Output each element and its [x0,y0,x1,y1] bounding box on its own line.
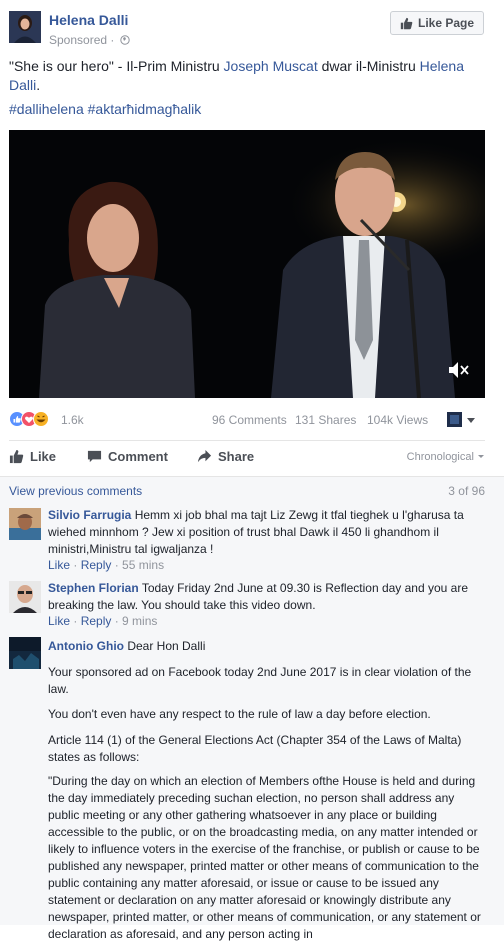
comment-reply-link[interactable]: Reply [81,614,112,628]
like-page-button[interactable]: Like Page [390,11,484,35]
comment-paragraph: You don't even have any respect to the r… [48,707,431,721]
sponsored-globe-icon [120,35,130,45]
comment-button[interactable]: Comment [87,449,168,464]
post-text-part: . [36,77,41,93]
reactions-cluster [9,411,49,427]
comment-label: Comment [108,449,168,464]
commenter-name[interactable]: Antonio Ghio [48,639,124,653]
post-text: "She is our hero" - Il-Prim Ministru Jos… [9,57,489,95]
comment-count-indicator: 3 of 96 [448,484,485,498]
divider [0,476,504,477]
comment-timestamp[interactable]: 9 mins [122,614,157,628]
share-count[interactable]: 131 Shares [295,413,356,427]
share-button[interactable]: Share [197,449,254,464]
comment-paragraph: Article 114 (1) of the General Elections… [48,733,462,764]
comment-reply-link[interactable]: Reply [81,558,112,572]
comment-timestamp[interactable]: 55 mins [122,558,164,572]
comment-count[interactable]: 96 Comments [212,413,287,427]
like-label: Like [30,449,57,464]
comment-like-link[interactable]: Like [48,558,70,572]
view-count[interactable]: 104k Views [367,413,428,427]
hashtags[interactable]: #dallihelena #aktarħidmagħalik [9,101,201,117]
share-icon [197,449,212,463]
facebook-post: Helena Dalli Sponsored · Like Page "She … [0,0,504,941]
commenter-avatar[interactable] [9,581,41,613]
comment-meta: Like · Reply · 9 mins [48,614,158,628]
commenter-avatar[interactable] [9,508,41,540]
page-selector[interactable] [447,412,479,428]
comment-body: Stephen Florian Today Friday 2nd June at… [48,580,488,614]
comment-paragraph: "During the day on which an election of … [48,774,481,941]
post-text-part: dwar il-Ministru [317,58,420,74]
divider [9,440,485,441]
thumbs-up-icon [400,17,413,29]
mention-joseph-muscat[interactable]: Joseph Muscat [224,58,318,74]
dropdown-icon [447,412,475,427]
commenter-name[interactable]: Silvio Farrugia [48,508,131,522]
reaction-count[interactable]: 1.6k [61,413,84,427]
post-actions: Like Comment Share Chronological [9,449,485,469]
comment-body: Silvio Farrugia Hemm xi job bhal ma tajt… [48,507,488,558]
share-label: Share [218,449,255,464]
post-stats: 1.6k 96 Comments 131 Shares 104k Views [9,410,485,430]
sponsored-text[interactable]: Sponsored · [49,33,114,47]
reaction-icons[interactable] [9,411,57,427]
video-frame [9,130,485,398]
comment-meta: Like · Reply · 55 mins [48,558,165,572]
comment-icon [87,450,102,463]
comment-like-link[interactable]: Like [48,614,70,628]
chevron-down-icon [478,455,484,458]
post-text-part: "She is our hero" - Il-Prim Ministru [9,58,224,74]
like-page-label: Like Page [417,16,475,30]
sponsored-label: Sponsored · [49,33,130,47]
commenter-name[interactable]: Stephen Florian [48,581,139,595]
commenter-avatar[interactable] [9,637,41,669]
sort-dropdown[interactable]: Chronological [407,451,485,463]
like-button[interactable]: Like [9,449,56,464]
comment-body: Antonio Ghio Dear Hon Dalli [48,638,488,655]
thumbs-up-icon [9,449,24,464]
author-avatar[interactable] [9,11,41,43]
view-previous-comments[interactable]: View previous comments [9,484,142,498]
comments-section: View previous comments 3 of 96 Silvio Fa… [0,476,504,941]
comment-text: Dear Hon Dalli [127,639,206,653]
sort-label: Chronological [406,451,474,463]
comment-paragraph: Your sponsored ad on Facebook today 2nd … [48,665,472,696]
author-name[interactable]: Helena Dalli [49,12,128,28]
video-player[interactable] [9,130,485,398]
